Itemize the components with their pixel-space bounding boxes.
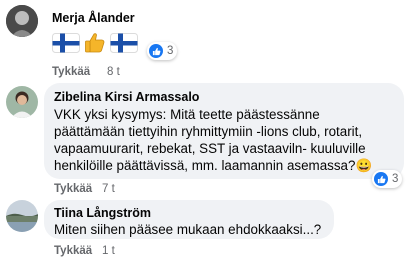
avatar-photo-icon (6, 200, 38, 232)
comment-text: Miten siihen pääsee mukaan ehdokkaaksi..… (54, 222, 322, 237)
avatar-tiina[interactable] (6, 200, 38, 232)
comment-line: henkilöille päättävissä, mm. laamannin a… (54, 158, 373, 173)
comment-timestamp[interactable]: 1 t (102, 245, 115, 257)
like-button[interactable]: Tykkää (52, 66, 90, 78)
avatar-zibelina[interactable] (6, 86, 38, 118)
finland-flag-emoji (52, 33, 80, 53)
reaction-count: 3 (167, 45, 174, 57)
like-icon (149, 44, 163, 58)
like-button[interactable]: Tykkää (54, 183, 92, 195)
emoji-content: 🇫🇮👍🇫🇮 (52, 31, 144, 55)
comment-line: VKK yksi kysymys: Mitä teette päästessän… (54, 107, 320, 122)
comment-author[interactable]: Tiina Långström (54, 206, 151, 220)
comment-timestamp[interactable]: 8 t (107, 66, 120, 78)
reaction-summary[interactable]: 3 (147, 42, 178, 60)
comment-author[interactable]: Zibelina Kirsi Armassalo (54, 90, 199, 104)
avatar-photo-icon (6, 86, 38, 118)
comment-timestamp[interactable]: 7 t (102, 183, 115, 195)
thumbs-up-emoji (85, 33, 105, 53)
reaction-count: 3 (392, 173, 399, 185)
reaction-summary[interactable]: 3 (372, 170, 403, 188)
avatar-merja[interactable] (6, 5, 38, 37)
comment-line: päättämään tiettyihin ryhmittymiin -lion… (54, 124, 363, 139)
like-button[interactable]: Tykkää (54, 245, 92, 257)
like-icon (374, 172, 388, 186)
comment-text: VKK yksi kysymys: Mitä teette päästessän… (54, 106, 404, 174)
comment-author[interactable]: Merja Ålander (52, 11, 135, 25)
finland-flag-emoji (110, 33, 138, 53)
comment-line: vapaamuurarit, rebekat, SST ja vastaavil… (54, 141, 366, 156)
avatar-photo-icon (6, 5, 38, 37)
